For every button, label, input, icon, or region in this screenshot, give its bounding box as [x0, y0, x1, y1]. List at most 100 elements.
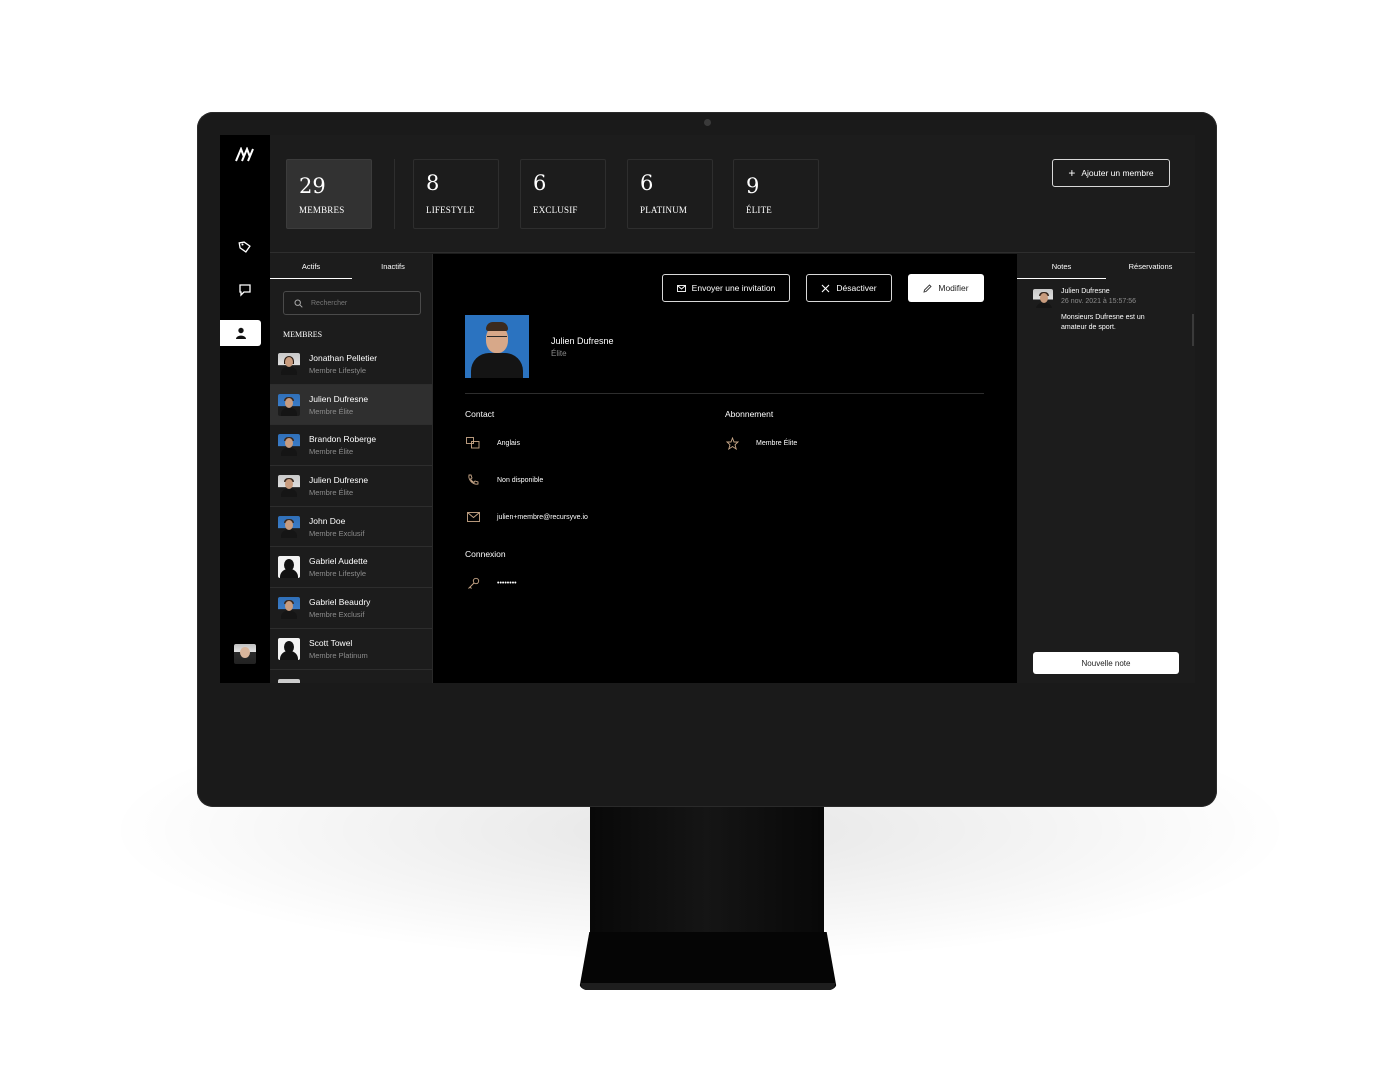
- member-name: John Doe: [309, 515, 346, 526]
- login-title: Connexion: [465, 549, 506, 559]
- stat-card-platinum[interactable]: 6 PLATINUM: [627, 159, 713, 229]
- member-avatar: [278, 434, 300, 457]
- member-tier: Membre Élite: [309, 488, 354, 498]
- stat-card-membres[interactable]: 29 MEMBRES: [286, 159, 372, 229]
- translate-icon: [465, 436, 481, 450]
- stat-value: 29: [299, 174, 326, 198]
- key-icon: [465, 576, 481, 590]
- mail-icon: [465, 510, 481, 524]
- member-name: Julien Dufresne: [309, 393, 369, 404]
- section-title: MEMBRES: [283, 330, 323, 339]
- member-tabs: Actifs Inactifs: [270, 254, 432, 279]
- member-tier: Membre Exclusif: [309, 528, 365, 538]
- deactivate-button[interactable]: Désactiver: [806, 274, 892, 302]
- send-invitation-button[interactable]: Envoyer une invitation: [662, 274, 790, 302]
- note-author: Julien Dufresne: [1061, 288, 1110, 295]
- monitor-stand-base: [579, 932, 837, 990]
- stat-label: EXCLUSIF: [533, 205, 578, 215]
- password-value: ••••••••: [497, 579, 517, 587]
- member-avatar: [278, 515, 300, 538]
- member-name: Scott Towel: [309, 637, 353, 648]
- stats-header: 29 MEMBRES 8 LIFESTYLE 6 EXCLUSIF 6 PLAT…: [270, 135, 1195, 253]
- notes-panel: Notes Réservations Julien Dufresne 26 no…: [1017, 254, 1195, 683]
- member-detail-panel: Envoyer une invitation Désactiver Modifi…: [433, 254, 1017, 683]
- member-row[interactable]: Julien Dufresne Membre Élite: [270, 466, 432, 507]
- phone-value: Non disponible: [497, 476, 544, 484]
- member-avatar: [278, 475, 300, 498]
- search-input[interactable]: Rechercher: [283, 291, 421, 315]
- member-avatar: [278, 393, 300, 416]
- language-field: Anglais: [465, 436, 520, 450]
- member-name-title: Julien Dufresne: [551, 336, 614, 346]
- app-screen: 29 MEMBRES 8 LIFESTYLE 6 EXCLUSIF 6 PLAT…: [220, 135, 1195, 683]
- member-row[interactable]: Gabriel Audette Membre Lifestyle: [270, 547, 432, 589]
- member-name: Gabriel Beaudry: [309, 597, 371, 608]
- member-avatar: [278, 556, 300, 579]
- language-value: Anglais: [497, 439, 520, 447]
- stat-card-elite[interactable]: 9 ÉLITE: [733, 159, 819, 229]
- member-name: Gabriel Audette: [309, 556, 368, 567]
- member-photo: [465, 315, 529, 378]
- new-note-button[interactable]: Nouvelle note: [1033, 652, 1179, 674]
- member-avatar: [278, 678, 300, 683]
- current-user-avatar[interactable]: [234, 644, 256, 664]
- tag-icon[interactable]: [220, 234, 270, 260]
- edit-label: Modifier: [938, 283, 969, 293]
- member-row[interactable]: Jonathan Pelletier Membre Lifestyle: [270, 344, 432, 385]
- close-icon: [822, 284, 830, 292]
- monitor-stand-edge: [581, 983, 835, 990]
- plus-icon: +: [1068, 166, 1076, 180]
- member-avatar: [278, 637, 300, 660]
- member-row[interactable]: Scott Towel Membre Platinum: [270, 629, 432, 670]
- send-invitation-label: Envoyer une invitation: [691, 283, 776, 293]
- stat-label: PLATINUM: [640, 205, 688, 215]
- member-avatar: [278, 597, 300, 620]
- member-tier: Membre Élite: [309, 447, 354, 457]
- add-member-button[interactable]: + Ajouter un membre: [1052, 159, 1170, 187]
- password-field: ••••••••: [465, 576, 517, 590]
- subscription-title: Abonnement: [725, 409, 774, 419]
- stat-divider: [394, 159, 395, 229]
- phone-field: Non disponible: [465, 473, 543, 487]
- add-member-label: Ajouter un membre: [1081, 168, 1154, 178]
- member-tier-subtitle: Élite: [551, 349, 567, 358]
- tab-notes[interactable]: Notes: [1017, 254, 1106, 279]
- nav-rail: [220, 135, 270, 683]
- tab-actifs[interactable]: Actifs: [270, 254, 352, 279]
- member-name: Julien Dufresne: [309, 475, 369, 486]
- member-row[interactable]: Julien Dufresne Membre Élite: [270, 384, 432, 426]
- scrollbar[interactable]: [1192, 314, 1194, 346]
- contact-title: Contact: [465, 409, 495, 419]
- member-name: Brandon Roberge: [309, 434, 377, 445]
- member-tier: Membre Élite: [309, 406, 354, 416]
- subscription-field: Membre Élite: [724, 436, 797, 450]
- mail-icon: [676, 284, 686, 292]
- member-row-partial[interactable]: [270, 670, 432, 683]
- monitor-stand-neck: [590, 805, 824, 935]
- deactivate-label: Désactiver: [836, 283, 877, 293]
- member-tier: Membre Exclusif: [309, 610, 365, 620]
- stat-value: 6: [533, 171, 547, 195]
- pencil-icon: [923, 283, 933, 293]
- search-placeholder: Rechercher: [311, 299, 348, 307]
- note-author-avatar: [1033, 289, 1053, 308]
- stat-card-lifestyle[interactable]: 8 LIFESTYLE: [413, 159, 499, 229]
- member-row[interactable]: Brandon Roberge Membre Élite: [270, 425, 432, 467]
- phone-icon: [465, 473, 481, 487]
- divider: [465, 393, 984, 394]
- camera-dot: [704, 119, 711, 126]
- edit-button[interactable]: Modifier: [908, 274, 984, 302]
- stat-value: 9: [746, 174, 760, 198]
- logo-icon[interactable]: [235, 147, 255, 163]
- email-value: julien+membre@recursyve.io: [497, 513, 588, 521]
- member-row[interactable]: Gabriel Beaudry Membre Exclusif: [270, 588, 432, 629]
- stat-card-exclusif[interactable]: 6 EXCLUSIF: [520, 159, 606, 229]
- tab-inactifs[interactable]: Inactifs: [352, 254, 432, 279]
- user-icon[interactable]: [220, 320, 261, 346]
- stat-label: MEMBRES: [299, 205, 345, 215]
- stat-value: 8: [426, 171, 440, 195]
- stat-label: ÉLITE: [746, 205, 772, 215]
- member-row[interactable]: John Doe Membre Exclusif: [270, 507, 432, 548]
- tab-reservations[interactable]: Réservations: [1106, 254, 1195, 279]
- chat-icon[interactable]: [220, 277, 270, 303]
